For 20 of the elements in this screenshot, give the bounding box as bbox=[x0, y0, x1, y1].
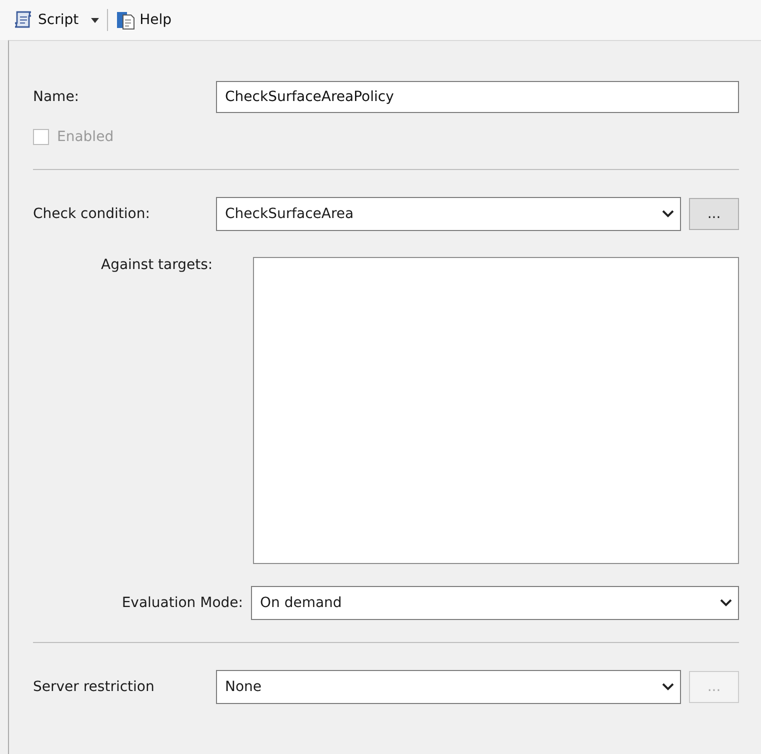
against-targets-label: Against targets: bbox=[100, 257, 214, 273]
chevron-down-icon bbox=[662, 683, 674, 691]
script-dropdown-button[interactable]: Script bbox=[10, 8, 101, 32]
evaluation-mode-label: Evaluation Mode: bbox=[120, 595, 243, 611]
evaluation-mode-select[interactable]: On demand bbox=[251, 586, 739, 620]
help-button[interactable]: Help bbox=[114, 8, 174, 32]
document-icon bbox=[116, 10, 136, 30]
server-restriction-select[interactable]: None bbox=[216, 670, 681, 704]
check-condition-label: Check condition: bbox=[33, 206, 151, 222]
chevron-down-icon bbox=[662, 210, 674, 218]
name-label: Name: bbox=[33, 89, 80, 105]
targets-list[interactable] bbox=[253, 257, 739, 564]
chevron-down-icon bbox=[720, 599, 732, 607]
browse-button[interactable]: ... bbox=[689, 198, 739, 230]
scroll-icon bbox=[12, 10, 34, 30]
caret-icon bbox=[90, 18, 99, 22]
server-restriction-label: Server restriction bbox=[33, 679, 156, 695]
name-field[interactable]: CheckSurfaceAreaPolicy bbox=[216, 81, 739, 113]
check-condition-select[interactable]: CheckSurfaceArea bbox=[216, 197, 681, 231]
enabled-label: Enabled bbox=[57, 129, 114, 145]
